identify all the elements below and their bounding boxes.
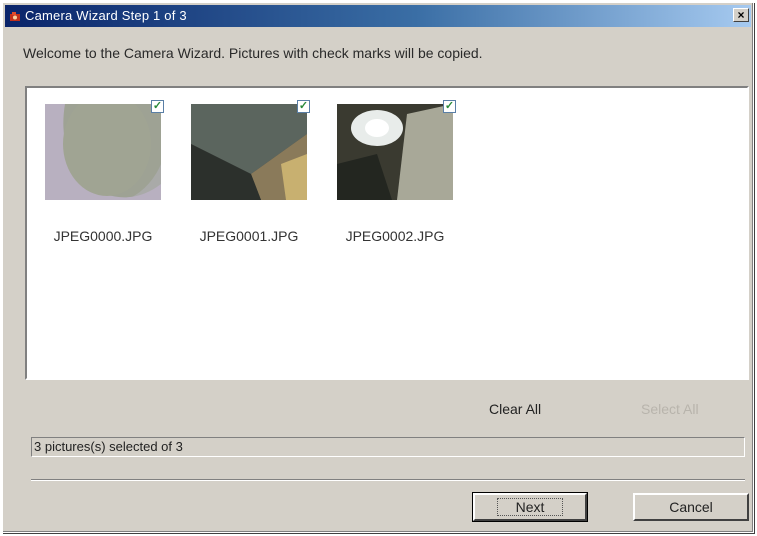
picture-thumbnail <box>337 104 453 200</box>
selection-status: 3 pictures(s) selected of 3 <box>31 437 745 457</box>
divider <box>31 479 745 481</box>
pictures-list: ✓ JPEG0000.JPG ✓ JPEG0001.JPG ✓ JPEG0002… <box>25 86 749 380</box>
picture-filename: JPEG0000.JPG <box>53 228 153 244</box>
cancel-button[interactable]: Cancel <box>633 493 749 521</box>
camera-wizard-dialog: Camera Wizard Step 1 of 3 × Welcome to t… <box>2 2 754 533</box>
window-title: Camera Wizard Step 1 of 3 <box>25 8 187 23</box>
title-bar[interactable]: Camera Wizard Step 1 of 3 × <box>5 5 751 27</box>
clear-all-button[interactable]: Clear All <box>489 401 541 417</box>
picture-checkbox[interactable]: ✓ <box>297 100 310 113</box>
picture-checkbox[interactable]: ✓ <box>443 100 456 113</box>
picture-item[interactable]: ✓ JPEG0000.JPG <box>39 100 169 250</box>
picture-item[interactable]: ✓ JPEG0002.JPG <box>331 100 461 250</box>
picture-item[interactable]: ✓ JPEG0001.JPG <box>185 100 315 250</box>
welcome-text: Welcome to the Camera Wizard. Pictures w… <box>23 45 483 61</box>
camera-icon <box>10 12 20 21</box>
next-button[interactable]: Next <box>472 492 588 522</box>
select-all-button[interactable]: Select All <box>641 401 699 417</box>
picture-thumbnail <box>191 104 307 200</box>
picture-filename: JPEG0002.JPG <box>345 228 445 244</box>
close-button[interactable]: × <box>733 8 749 22</box>
picture-filename: JPEG0001.JPG <box>199 228 299 244</box>
picture-thumbnail <box>45 104 161 200</box>
next-button-label: Next <box>496 498 564 516</box>
picture-checkbox[interactable]: ✓ <box>151 100 164 113</box>
